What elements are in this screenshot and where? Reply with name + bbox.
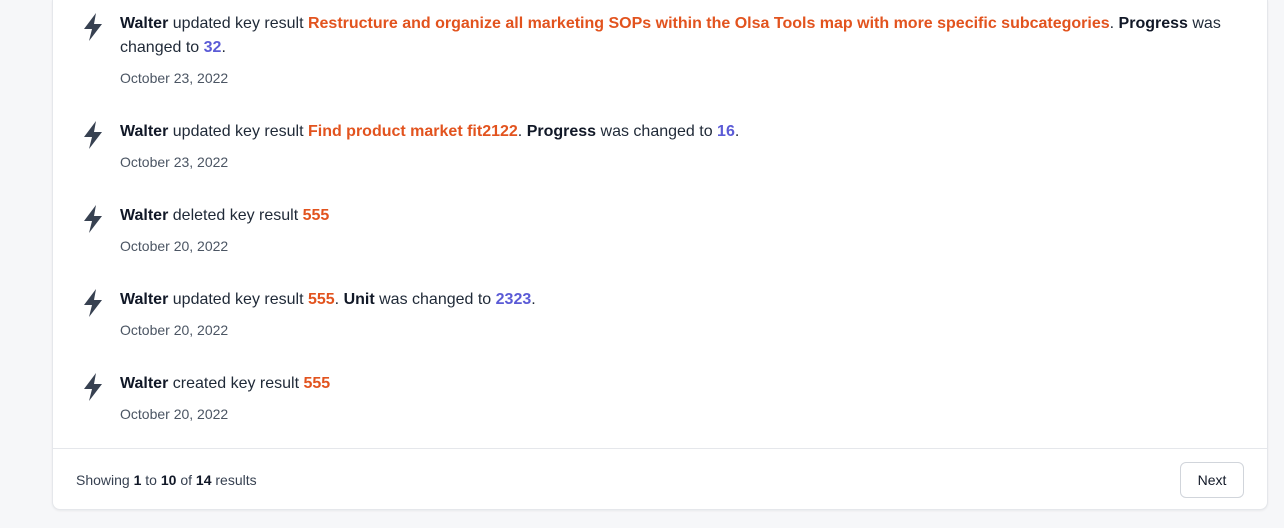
results-summary: Showing 1 to 10 of 14 results [76, 470, 257, 490]
showing-label: Showing [76, 472, 130, 488]
activity-date: October 23, 2022 [120, 154, 229, 170]
activity-verb: created key result [172, 375, 300, 392]
key-result-link[interactable]: 555 [308, 291, 335, 308]
key-result-link[interactable]: Find product market fit2122 [308, 123, 518, 140]
activity-text: Walter created key result 555 [120, 372, 1247, 396]
activity-card: Walter updated key result Restructure an… [52, 0, 1268, 510]
activity-date: October 20, 2022 [120, 322, 229, 338]
lightning-bolt-icon [81, 288, 105, 318]
lightning-bolt-icon [81, 12, 105, 42]
range-from: 1 [133, 472, 142, 488]
lightning-bolt-icon [81, 120, 105, 150]
actor-name: Walter [120, 15, 169, 32]
activity-date: October 20, 2022 [120, 406, 229, 422]
range-to: 10 [160, 472, 177, 488]
new-value: 16 [717, 123, 735, 140]
pagination-footer: Showing 1 to 10 of 14 results Next [53, 448, 1267, 511]
activity-verb: updated key result [172, 291, 304, 308]
of-label: of [180, 472, 193, 488]
activity-verb: updated key result [172, 15, 304, 32]
activity-text: Walter updated key result 555. Unit was … [120, 291, 536, 308]
change-text: was changed to [600, 123, 713, 140]
actor-name: Walter [120, 375, 169, 392]
activity-text: Walter updated key result Find product m… [120, 123, 740, 140]
total-results: 14 [195, 472, 212, 488]
activity-date: October 20, 2022 [120, 238, 229, 254]
key-result-link[interactable]: Restructure and organize all marketing S… [308, 15, 1110, 32]
actor-name: Walter [120, 123, 169, 140]
new-value: 2323 [495, 291, 532, 308]
lightning-bolt-icon [81, 372, 105, 402]
key-result-link[interactable]: 555 [304, 375, 331, 392]
activity-text: Walter updated key result Restructure an… [120, 15, 1221, 56]
changed-field: Unit [343, 291, 375, 308]
activity-verb: deleted key result [172, 207, 299, 224]
change-text: was changed to [379, 291, 492, 308]
to-label: to [145, 472, 157, 488]
next-page-button[interactable]: Next [1180, 462, 1244, 498]
new-value: 32 [203, 39, 222, 56]
actor-name: Walter [120, 207, 169, 224]
lightning-bolt-icon [81, 204, 105, 234]
actor-name: Walter [120, 291, 169, 308]
results-label: results [215, 472, 257, 488]
changed-field: Progress [526, 123, 597, 140]
changed-field: Progress [1118, 15, 1188, 32]
key-result-link[interactable]: 555 [303, 207, 330, 224]
activity-date: October 23, 2022 [120, 70, 229, 86]
activity-verb: updated key result [172, 123, 304, 140]
activity-text: Walter deleted key result 555 [120, 204, 1247, 228]
